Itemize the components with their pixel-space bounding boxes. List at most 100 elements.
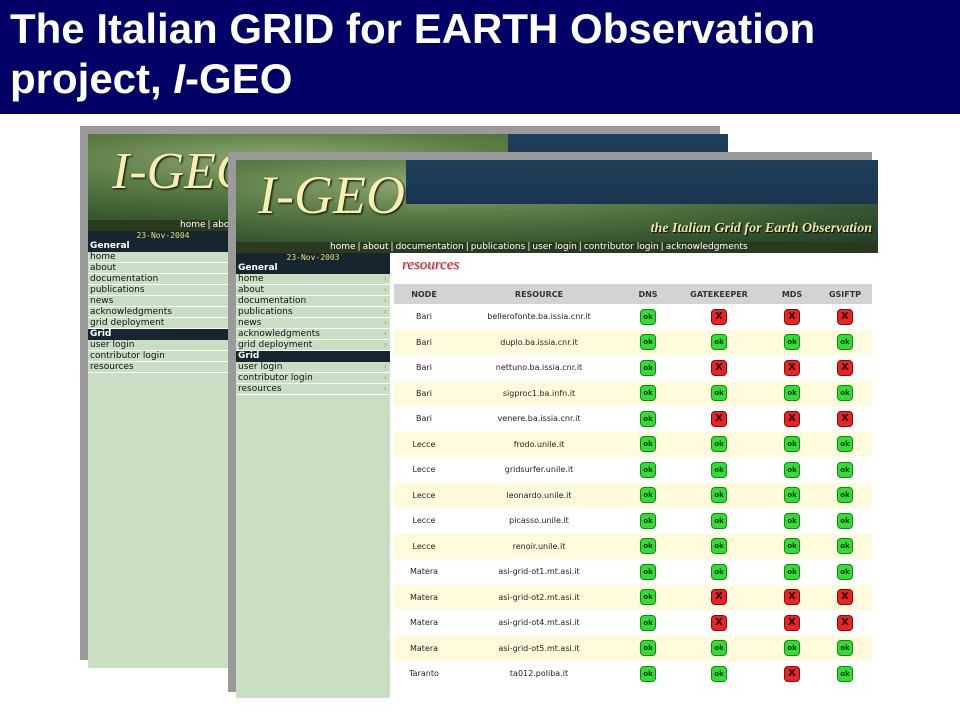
front-banner: I-GEO the Italian Grid for Earth Observa… (236, 160, 878, 242)
status-ok-icon: ok (640, 512, 656, 529)
back-sidebar-item-grid-deployment[interactable]: grid deployment (88, 318, 238, 329)
back-nav-about[interactable]: abo (213, 220, 230, 230)
back-nav-home[interactable]: home (180, 220, 206, 230)
nav-home[interactable]: home (330, 242, 356, 252)
front-date: 23-Nov-2003 (236, 253, 390, 263)
table-row: Bari venere.ba.issia.cnr.it ok X X X (394, 406, 872, 432)
cell-mds: ok (766, 508, 818, 534)
status-ok-icon: ok (640, 538, 656, 555)
cell-dns: ok (624, 431, 672, 457)
status-ok-icon: ok (711, 385, 727, 402)
cell-resource: asi-grid-ot5.mt.asi.it (454, 635, 624, 661)
status-ok-icon: ok (711, 538, 727, 555)
nav-documentation[interactable]: documentation (396, 242, 464, 252)
sidebar-item-contributor-login[interactable]: contributor login › (236, 373, 390, 384)
sidebar-item-about[interactable]: about › (236, 285, 390, 296)
table-row: Taranto ta012.poliba.it ok ok Xok (394, 661, 872, 687)
cell-node: Bari (394, 355, 454, 381)
cell-gatekeeper: X (672, 610, 766, 636)
sidebar-item-publications[interactable]: publications › (236, 307, 390, 318)
cell-resource: frodo.unile.it (454, 431, 624, 457)
front-banner-sea (406, 160, 878, 204)
sidebar-item-user-login[interactable]: user login › (236, 362, 390, 373)
nav-user-login[interactable]: user login (532, 242, 576, 252)
cell-gsiftp: ok (818, 559, 872, 585)
status-ok-icon: ok (784, 512, 800, 529)
cell-mds: ok (766, 533, 818, 559)
cell-node: Lecce (394, 482, 454, 508)
nav-about[interactable]: about (363, 242, 389, 252)
nav-acknowledgments[interactable]: acknowledgments (666, 242, 748, 252)
cell-gsiftp: X (818, 304, 872, 330)
status-ok-icon: ok (640, 308, 656, 325)
cell-node: Matera (394, 584, 454, 610)
status-ok-icon: ok (640, 359, 656, 376)
front-logo: I-GEO (258, 165, 405, 225)
status-fail-icon: X (837, 359, 853, 376)
back-sidebar-item-acknowledgments[interactable]: acknowledgments (88, 307, 238, 318)
cell-resource: venere.ba.issia.cnr.it (454, 406, 624, 432)
cell-mds: ok (766, 559, 818, 585)
sidebar-item-documentation[interactable]: documentation › (236, 296, 390, 307)
status-ok-icon: ok (784, 538, 800, 555)
table-row: Lecce leonardo.unile.it ok ok ok ok (394, 482, 872, 508)
status-ok-icon: ok (784, 436, 800, 453)
cell-gatekeeper: ok (672, 482, 766, 508)
sidebar-item-news[interactable]: news › (236, 318, 390, 329)
cell-dns: ok (624, 559, 672, 585)
cell-dns: ok (624, 380, 672, 406)
cell-node: Matera (394, 635, 454, 661)
table-row: Bari bellerofonte.ba.issia.cnr.it ok X X X (394, 304, 872, 330)
sidebar-item-home[interactable]: home › (236, 274, 390, 285)
back-sidebar-item-user-login[interactable]: user login (88, 340, 238, 351)
cell-dns: ok (624, 584, 672, 610)
nav-publications[interactable]: publications (471, 242, 526, 252)
status-ok-icon: ok (711, 640, 727, 657)
cell-mds: ok (766, 329, 818, 355)
cell-gsiftp: ok (818, 380, 872, 406)
col-node: NODE (394, 284, 454, 304)
table-row: Matera asi-grid-ot2.mt.asi.it ok X X X (394, 584, 872, 610)
status-ok-icon: ok (711, 334, 727, 351)
table-row: Bari sigproc1.ba.infn.it ok ok ok ok (394, 380, 872, 406)
status-fail-icon: X (711, 589, 727, 606)
status-ok-icon: ok (837, 334, 853, 351)
back-sidebar-item-resources[interactable]: resources (88, 362, 238, 373)
back-sidebar-item-home[interactable]: home (88, 252, 238, 263)
cell-gatekeeper: ok (672, 533, 766, 559)
cell-gsiftp: ok (818, 508, 872, 534)
chevron-right-icon: › (383, 307, 387, 316)
nav-contributor-login[interactable]: contributor login (584, 242, 659, 252)
front-navbar: home | about | documentation | publications | us… (236, 242, 878, 253)
cell-node: Matera (394, 610, 454, 636)
status-ok-icon: ok (837, 436, 853, 453)
cell-resource: bellerofonte.ba.issia.cnr.it (454, 304, 624, 330)
cell-resource: duplo.ba.issia.cnr.it (454, 329, 624, 355)
col-mds: MDS (766, 284, 818, 304)
col-resource: RESOURCE (454, 284, 624, 304)
status-ok-icon: ok (784, 563, 800, 580)
status-ok-icon: ok (711, 665, 727, 682)
status-fail-icon: X (837, 410, 853, 427)
sidebar-item-acknowledgments[interactable]: acknowledgments › (236, 329, 390, 340)
status-ok-icon: ok (784, 640, 800, 657)
status-ok-icon: ok (711, 512, 727, 529)
back-sidebar-item-contributor-login[interactable]: contributor login (88, 351, 238, 362)
back-sidebar-item-about[interactable]: about (88, 263, 238, 274)
status-ok-icon: ok (711, 461, 727, 478)
status-ok-icon: ok (837, 563, 853, 580)
title-bar: The Italian GRID for EARTH Observation p… (0, 0, 960, 114)
status-ok-icon: ok (640, 614, 656, 631)
status-ok-icon: ok (784, 334, 800, 351)
back-sidebar-item-documentation[interactable]: documentation (88, 274, 238, 285)
cell-resource: ta012.poliba.it (454, 661, 624, 687)
cell-mds: X (766, 304, 818, 330)
cell-node: Bari (394, 304, 454, 330)
sidebar-item-resources[interactable]: resources › (236, 384, 390, 395)
sidebar-item-grid-deployment[interactable]: grid deployment › (236, 340, 390, 351)
status-fail-icon: X (837, 589, 853, 606)
status-ok-icon: ok (837, 512, 853, 529)
table-row: Lecce renoir.unile.it ok ok ok ok (394, 533, 872, 559)
back-sidebar-item-news[interactable]: news (88, 296, 238, 307)
back-sidebar-item-publications[interactable]: publications (88, 285, 238, 296)
